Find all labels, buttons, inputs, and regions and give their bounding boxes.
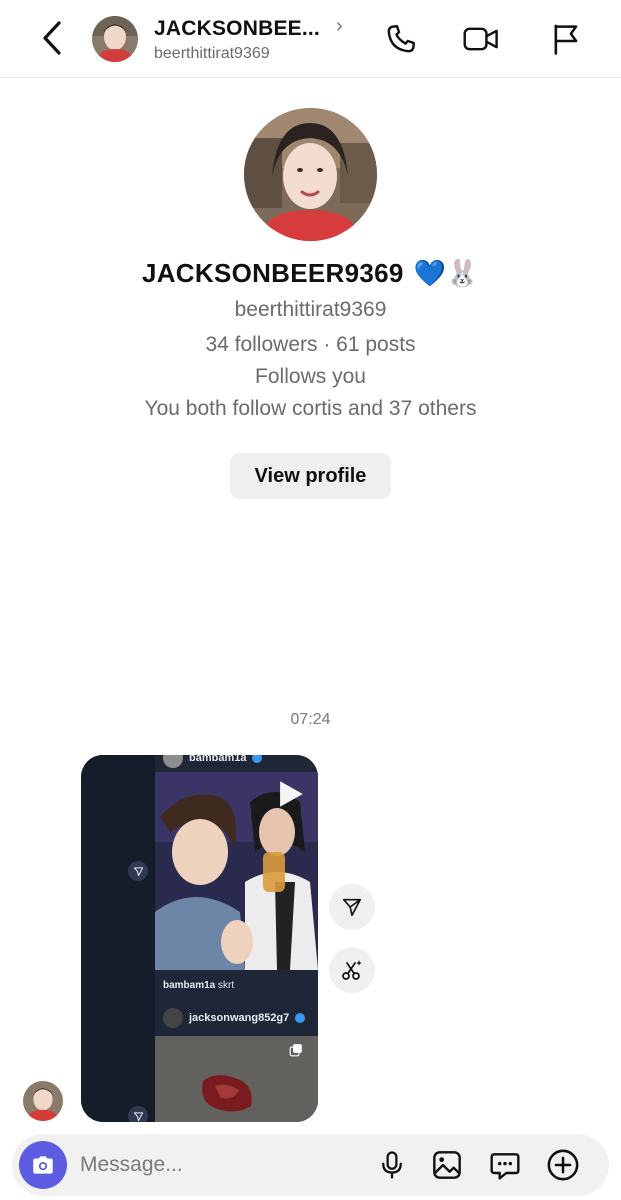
remix-button[interactable]: [329, 947, 375, 993]
camera-button[interactable]: [19, 1141, 67, 1189]
send-icon: [133, 866, 143, 876]
send-icon: [133, 1111, 143, 1121]
voice-call-button[interactable]: [382, 20, 420, 58]
voice-message-button[interactable]: [374, 1147, 410, 1183]
post1-username: bambam1a: [189, 755, 247, 764]
post1-caption-text: skrt: [218, 980, 235, 991]
gallery-button[interactable]: [429, 1147, 465, 1183]
video-call-button[interactable]: [462, 20, 500, 58]
camera-icon: [33, 1156, 53, 1174]
back-button[interactable]: [32, 18, 72, 58]
share-message-button[interactable]: [329, 884, 375, 930]
header-avatar[interactable]: [92, 16, 138, 62]
message-input[interactable]: [80, 1146, 370, 1184]
card-share-button[interactable]: [128, 861, 148, 881]
scissors-sparkle-icon: [342, 960, 362, 980]
post1-header: bambam1a: [163, 755, 263, 768]
view-profile-button[interactable]: View profile: [230, 453, 391, 499]
post2-photo[interactable]: [155, 1036, 318, 1122]
post2-avatar: [163, 1008, 183, 1028]
message-timestamp: 07:24: [290, 711, 331, 728]
post2-header: jacksonwang852g7: [163, 1008, 306, 1028]
gallery-icon: [433, 1151, 461, 1179]
chat-header: JACKSONBEE... › beerthittirat9369: [0, 0, 621, 78]
post1-caption-user: bambam1a: [163, 980, 216, 991]
header-username: beerthittirat9369: [154, 45, 270, 62]
shared-post-card[interactable]: bambam1a bambam1a skrt jacksonwang852g7: [81, 755, 318, 1122]
report-button[interactable]: [546, 20, 584, 58]
verified-badge-icon: [295, 1013, 306, 1023]
verified-badge-icon: [252, 755, 263, 763]
phone-icon: [387, 25, 415, 53]
sticker-icon: [490, 1153, 520, 1180]
profile-avatar[interactable]: [244, 108, 377, 241]
back-icon: [43, 21, 61, 55]
sender-avatar[interactable]: [23, 1081, 63, 1121]
card-left-panel: [81, 755, 155, 1122]
microphone-icon: [382, 1151, 402, 1179]
card-right-panel: bambam1a bambam1a skrt jacksonwang852g7: [155, 755, 318, 1122]
profile-name: JACKSONBEER9369 💙🐰: [0, 258, 621, 289]
follows-you-label: Follows you: [255, 365, 366, 388]
post1-photo[interactable]: [155, 772, 318, 970]
profile-username: beerthittirat9369: [234, 298, 387, 321]
post1-avatar: [163, 755, 183, 768]
more-options-button[interactable]: [545, 1147, 581, 1183]
post2-username: jacksonwang852g7: [189, 1012, 290, 1024]
message-composer: [12, 1134, 609, 1196]
sticker-button[interactable]: [487, 1147, 523, 1183]
chevron-right-icon[interactable]: ›: [336, 15, 343, 38]
multiple-images-icon: [289, 1044, 302, 1057]
profile-name-emoji: 💙🐰: [413, 258, 480, 288]
play-icon[interactable]: [273, 777, 307, 811]
card-share-button-2[interactable]: [128, 1106, 148, 1122]
mutual-followers: You both follow cortis and 37 others: [144, 397, 477, 420]
profile-display-name: JACKSONBEER9369: [141, 258, 404, 288]
flag-icon: [554, 24, 578, 55]
post1-caption: bambam1a skrt: [163, 980, 234, 991]
video-icon: [463, 27, 498, 51]
send-icon: [342, 898, 362, 917]
header-display-name[interactable]: JACKSONBEE...: [154, 17, 320, 41]
plus-icon: [547, 1149, 579, 1181]
profile-stats: 34 followers · 61 posts: [205, 333, 416, 356]
